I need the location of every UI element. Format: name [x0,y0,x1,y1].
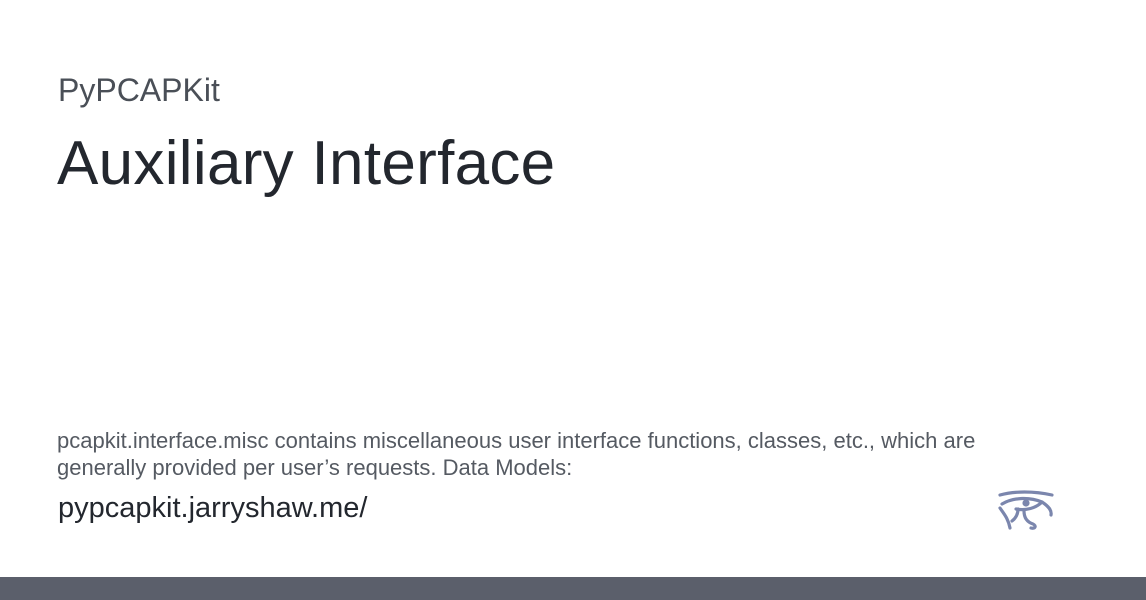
site-url[interactable]: pypcapkit.jarryshaw.me/ [58,492,367,525]
eye-of-horus-icon [998,490,1054,530]
social-preview-card: PyPCAPKit Auxiliary Interface pcapkit.in… [0,0,1146,600]
footer-bar [0,577,1146,600]
page-title: Auxiliary Interface [57,129,556,198]
page-description: pcapkit.interface.misc contains miscella… [57,428,976,480]
site-name: PyPCAPKit [58,72,220,108]
